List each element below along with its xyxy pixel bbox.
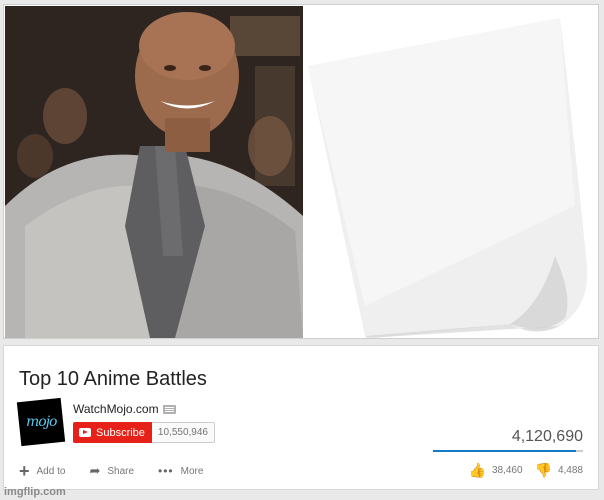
- like-ratio-fill: [433, 450, 576, 452]
- channel-name-row: WatchMojo.com: [73, 402, 176, 416]
- view-count: 4,120,690: [511, 428, 583, 445]
- thumbnail-frame: [3, 4, 599, 339]
- blank-paper-photo: [305, 6, 597, 338]
- like-ratio-bar: [433, 450, 583, 452]
- more-dots-icon: •••: [158, 464, 174, 478]
- add-to-button[interactable]: + Add to: [19, 461, 66, 481]
- channel-logo-text: mojo: [25, 414, 57, 431]
- subscribe-group: Subscribe 10,550,946: [73, 422, 215, 443]
- share-button[interactable]: ➦ Share: [89, 463, 134, 479]
- action-bar: + Add to ➦ Share ••• More: [19, 461, 227, 481]
- channel-name[interactable]: WatchMojo.com: [73, 402, 159, 416]
- channel-logo[interactable]: mojo: [16, 397, 66, 447]
- rating-group: 👍 38,460 👎 4,488: [469, 462, 584, 479]
- man-in-suit-photo: [5, 6, 303, 338]
- dislike-count: 4,488: [557, 465, 583, 476]
- add-to-label: Add to: [36, 465, 66, 477]
- thumbnail-left-photo: [5, 6, 303, 338]
- verified-icon: [162, 404, 176, 414]
- share-label: Share: [107, 465, 135, 477]
- thumbnail-right-paper: [305, 6, 597, 338]
- youtube-play-icon: [79, 428, 91, 437]
- subscriber-count: 10,550,946: [151, 422, 215, 443]
- imgflip-watermark: imgflip.com: [4, 486, 66, 498]
- like-count: 38,460: [491, 465, 523, 476]
- plus-icon: +: [19, 461, 30, 481]
- thumbs-up-icon[interactable]: 👍: [469, 462, 486, 479]
- subscribe-button[interactable]: Subscribe: [73, 422, 152, 443]
- more-label: More: [180, 465, 204, 477]
- more-button[interactable]: ••• More: [158, 464, 203, 478]
- subscribe-label: Subscribe: [96, 426, 145, 439]
- video-info-card: Top 10 Anime Battles mojo WatchMojo.com …: [3, 345, 599, 490]
- video-title[interactable]: Top 10 Anime Battles: [19, 368, 207, 391]
- thumbs-down-icon[interactable]: 👎: [535, 462, 552, 479]
- share-arrow-icon: ➦: [89, 463, 101, 478]
